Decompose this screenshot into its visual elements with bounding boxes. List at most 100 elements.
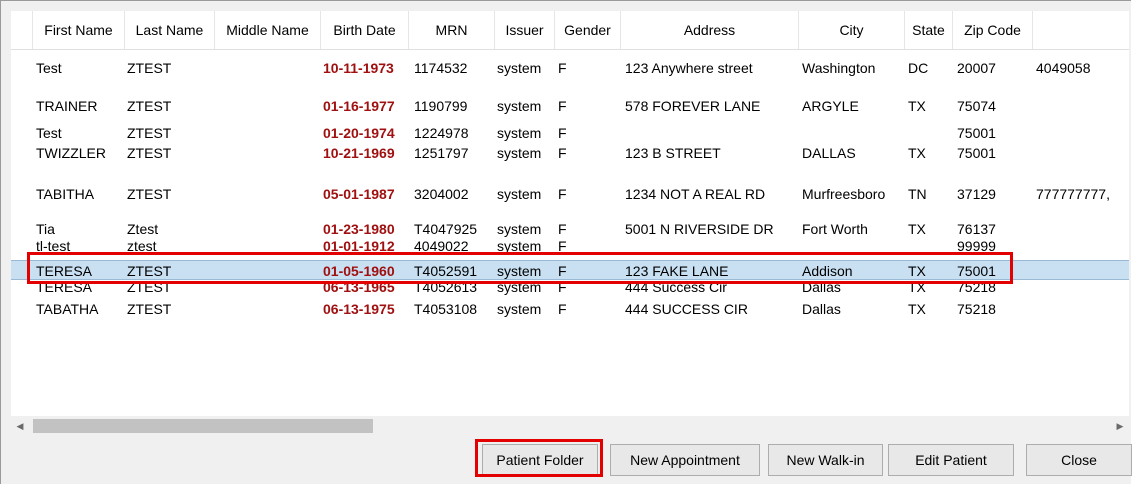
col-header-issuer[interactable]: Issuer xyxy=(495,11,555,49)
header-row-indicator xyxy=(11,11,33,49)
cell-gender: F xyxy=(558,125,567,141)
cell-birth: 01-23-1980 xyxy=(323,221,395,237)
col-header-first-name[interactable]: First Name xyxy=(33,11,125,49)
col-header-last-name[interactable]: Last Name xyxy=(125,11,215,49)
new-appointment-button[interactable]: New Appointment xyxy=(610,444,760,476)
cell-issuer: system xyxy=(497,238,542,254)
cell-state: TX xyxy=(908,221,926,237)
table-row[interactable]: TRAINER ZTEST 01-16-1977 1190799 system F 578 … xyxy=(11,88,1129,122)
cell-address: 123 FAKE LANE xyxy=(625,263,729,279)
new-walkin-button[interactable]: New Walk-in xyxy=(768,444,883,476)
triangle-right-icon[interactable]: ▶ xyxy=(1111,416,1129,436)
cell-birth: 01-16-1977 xyxy=(323,98,395,114)
cell-gender: F xyxy=(558,238,567,254)
table-row[interactable]: Tia Ztest 01-23-1980 T4047925 system F 5001 N … xyxy=(11,220,1129,240)
cell-birth: 01-05-1960 xyxy=(323,263,395,279)
triangle-left-icon[interactable]: ◀ xyxy=(11,416,29,436)
cell-address: 1234 NOT A REAL RD xyxy=(625,186,766,202)
cell-mrn: 1190799 xyxy=(414,98,468,114)
patient-grid[interactable]: First Name Last Name Middle Name Birth D… xyxy=(11,11,1129,431)
cell-issuer: system xyxy=(497,301,542,317)
cell-first: TABATHA xyxy=(36,301,99,317)
cell-state: TN xyxy=(908,186,927,202)
patient-folder-button[interactable]: Patient Folder xyxy=(482,444,598,476)
col-header-zip-code[interactable]: Zip Code xyxy=(953,11,1033,49)
cell-issuer: system xyxy=(497,186,542,202)
col-header-city[interactable]: City xyxy=(799,11,905,49)
cell-mrn: 1174532 xyxy=(414,60,468,76)
cell-city: ARGYLE xyxy=(802,98,859,114)
col-header-birth-date[interactable]: Birth Date xyxy=(321,11,409,49)
cell-mrn: 1251797 xyxy=(414,145,469,161)
col-header-address[interactable]: Address xyxy=(621,11,799,49)
cell-state: TX xyxy=(908,263,926,279)
table-row[interactable]: TABITHA ZTEST 05-01-1987 3204002 system F 1234… xyxy=(11,176,1129,220)
cell-zip: 75001 xyxy=(957,263,996,279)
cell-extra: 777777777, xyxy=(1036,186,1110,202)
cell-first: TERESA xyxy=(36,279,93,295)
table-row[interactable]: Test ZTEST 10-11-1973 1174532 system F 123 Any… xyxy=(11,50,1129,88)
table-row[interactable]: TWIZZLER ZTEST 10-21-1969 1251797 system F 123… xyxy=(11,144,1129,174)
col-header-middle-name[interactable]: Middle Name xyxy=(215,11,321,49)
cell-city: Fort Worth xyxy=(802,221,868,237)
cell-gender: F xyxy=(558,221,567,237)
cell-zip: 75001 xyxy=(957,145,996,161)
cell-gender: F xyxy=(558,145,567,161)
table-row[interactable]: TABATHA ZTEST 06-13-1975 T4053108 system F 444… xyxy=(11,300,1129,322)
cell-address: 5001 N RIVERSIDE DR xyxy=(625,221,774,237)
cell-birth: 10-21-1969 xyxy=(323,145,395,161)
cell-issuer: system xyxy=(497,221,542,237)
cell-mrn: T4052591 xyxy=(414,263,478,279)
cell-mrn: T4053108 xyxy=(414,301,478,317)
col-header-extra[interactable] xyxy=(1033,11,1129,49)
cell-gender: F xyxy=(558,186,567,202)
cell-last: ZTEST xyxy=(127,125,172,141)
close-button[interactable]: Close xyxy=(1026,444,1132,476)
cell-gender: F xyxy=(558,263,567,279)
cell-birth: 10-11-1973 xyxy=(323,60,394,76)
cell-city: Dallas xyxy=(802,279,841,295)
cell-state: TX xyxy=(908,301,926,317)
table-row[interactable]: Test ZTEST 01-20-1974 1224978 system F 75001 xyxy=(11,124,1129,144)
cell-mrn: 1224978 xyxy=(414,125,469,141)
cell-city: Murfreesboro xyxy=(802,186,886,202)
grid-header: First Name Last Name Middle Name Birth D… xyxy=(11,11,1129,50)
col-header-state[interactable]: State xyxy=(905,11,953,49)
cell-extra: 4049058 xyxy=(1036,60,1091,76)
cell-first: Test xyxy=(36,60,62,76)
cell-last: ZTEST xyxy=(127,186,172,202)
col-header-mrn[interactable]: MRN xyxy=(409,11,495,49)
table-row[interactable]: TERESA ZTEST 06-13-1965 T4052613 system F 444 … xyxy=(11,279,1129,300)
cell-last: ZTEST xyxy=(127,279,172,295)
cell-address: 444 Success Cir xyxy=(625,279,727,295)
cell-issuer: system xyxy=(497,98,542,114)
cell-address: 578 FOREVER LANE xyxy=(625,98,761,114)
cell-address: 123 Anywhere street xyxy=(625,60,753,76)
cell-zip: 75218 xyxy=(957,301,996,317)
cell-address: 123 B STREET xyxy=(625,145,721,161)
cell-zip: 99999 xyxy=(957,238,996,254)
cell-zip: 20007 xyxy=(957,60,996,76)
cell-last: Ztest xyxy=(127,221,159,237)
cell-zip: 75218 xyxy=(957,279,996,295)
col-header-gender[interactable]: Gender xyxy=(555,11,621,49)
horizontal-scrollbar[interactable]: ◀ ▶ xyxy=(11,416,1129,436)
cell-gender: F xyxy=(558,301,567,317)
table-row[interactable]: TERESA ZTEST 01-05-1960 T4052591 system F 123 … xyxy=(11,260,1129,280)
cell-zip: 37129 xyxy=(957,186,996,202)
edit-patient-button[interactable]: Edit Patient xyxy=(888,444,1014,476)
cell-first: tl-test xyxy=(36,238,71,254)
cell-city: DALLAS xyxy=(802,145,856,161)
cell-zip: 75001 xyxy=(957,125,996,141)
table-row[interactable]: tl-test ztest 01-01-1912 4049022 system F 9999… xyxy=(11,238,1129,260)
patient-search-window: First Name Last Name Middle Name Birth D… xyxy=(0,0,1132,484)
cell-city: Dallas xyxy=(802,301,841,317)
cell-state: TX xyxy=(908,145,926,161)
cell-first: TRAINER xyxy=(36,98,98,114)
cell-first: Test xyxy=(36,125,62,141)
cell-issuer: system xyxy=(497,263,542,279)
cell-issuer: system xyxy=(497,60,542,76)
cell-gender: F xyxy=(558,279,567,295)
cell-gender: F xyxy=(558,98,567,114)
scrollbar-thumb[interactable] xyxy=(33,419,373,433)
